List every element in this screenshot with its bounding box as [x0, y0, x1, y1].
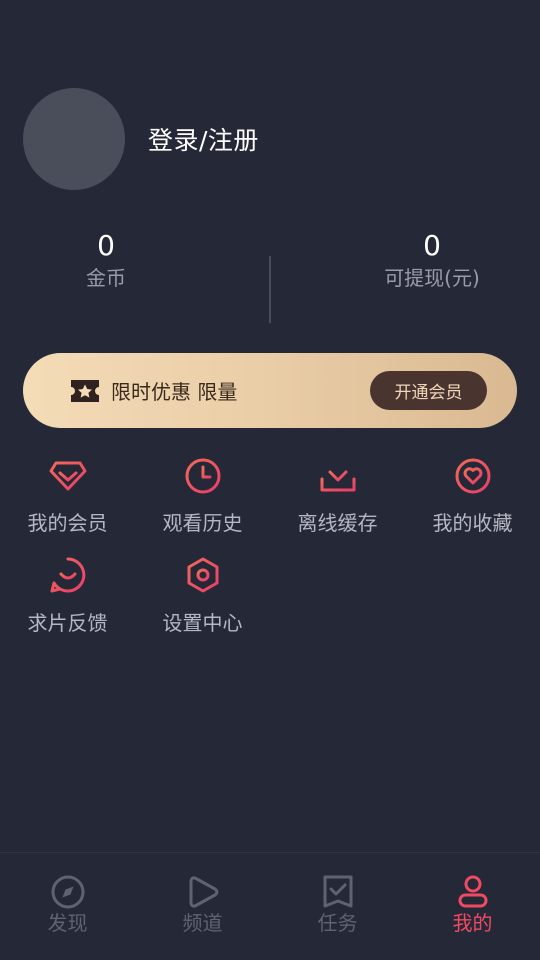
task-check-icon — [323, 875, 352, 908]
open-vip-button[interactable]: 开通会员 — [370, 371, 487, 410]
withdrawable-label: 可提现(元) — [384, 266, 480, 290]
tab-tasks[interactable]: 任务 — [270, 873, 405, 937]
compass-icon — [51, 875, 84, 909]
tab-discover[interactable]: 发现 — [0, 873, 135, 937]
feature-label: 我的收藏 — [432, 511, 513, 535]
coins-label: 金币 — [86, 266, 126, 290]
feature-label: 离线缓存 — [297, 511, 378, 535]
coins-value: 0 — [97, 229, 115, 262]
feature-watch-history[interactable]: 观看历史 — [135, 455, 270, 536]
user-icon — [458, 875, 487, 908]
feature-label: 设置中心 — [162, 611, 243, 635]
profile-header[interactable]: 登录/注册 — [23, 88, 259, 190]
settings-hexagon-icon — [187, 557, 218, 593]
vip-promo-text: 限时优惠 限量 — [111, 380, 238, 404]
vip-promo-banner[interactable]: 限时优惠 限量 开通会员 — [23, 353, 517, 428]
withdrawable-stat[interactable]: 0 可提现(元) — [332, 228, 532, 292]
wallet-stats: 0 金币 0 可提现(元) — [0, 228, 540, 328]
diamond-icon — [49, 461, 86, 491]
ticket-star-icon — [71, 379, 99, 402]
avatar[interactable] — [23, 88, 125, 190]
heart-icon — [455, 458, 490, 494]
withdrawable-value: 0 — [423, 229, 441, 262]
feature-request-feedback[interactable]: 求片反馈 — [0, 555, 135, 636]
feature-my-favorites[interactable]: 我的收藏 — [405, 455, 540, 536]
tab-label: 发现 — [47, 911, 88, 935]
tab-mine[interactable]: 我的 — [405, 873, 540, 937]
login-register-link[interactable]: 登录/注册 — [148, 121, 259, 157]
feature-my-vip[interactable]: 我的会员 — [0, 455, 135, 536]
bottom-tab-bar: 发现 频道 任务 我的 — [0, 852, 540, 960]
clock-icon — [185, 458, 220, 494]
download-icon — [320, 457, 355, 492]
tab-channels[interactable]: 频道 — [135, 873, 270, 937]
feature-label: 观看历史 — [162, 511, 243, 535]
feature-offline-cache[interactable]: 离线缓存 — [270, 455, 405, 536]
feature-settings-center[interactable]: 设置中心 — [135, 555, 270, 636]
feature-label: 求片反馈 — [27, 611, 108, 635]
tab-label: 我的 — [452, 911, 493, 935]
tab-label: 任务 — [317, 911, 358, 935]
coins-stat[interactable]: 0 金币 — [6, 228, 206, 292]
feature-label: 我的会员 — [27, 511, 108, 535]
stats-divider — [269, 256, 271, 323]
chat-smile-icon — [50, 557, 85, 593]
tab-label: 频道 — [182, 911, 223, 935]
play-icon — [189, 876, 218, 908]
